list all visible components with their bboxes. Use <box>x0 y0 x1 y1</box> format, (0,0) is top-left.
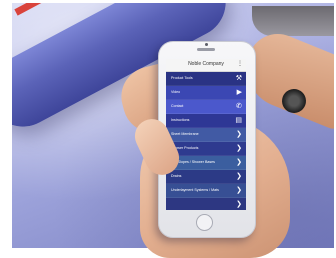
app-header: Noble Company ⋮ <box>166 59 246 72</box>
menu-item-label: Sheet Membrane <box>171 132 199 136</box>
earpiece-speaker <box>197 48 215 51</box>
front-camera <box>205 43 208 46</box>
chevron-right-icon: ❯ <box>236 172 242 180</box>
menu-item[interactable]: Product Tools ⚒ <box>166 72 246 86</box>
document-icon: ▤ <box>235 116 242 124</box>
menu-item[interactable]: Video ▶ <box>166 86 246 100</box>
menu-item-label: Drains <box>171 174 182 178</box>
menu-item-label: Product Tools <box>171 76 193 80</box>
menu-item[interactable]: Contact ✆ <box>166 100 246 114</box>
menu-list: Product Tools ⚒ Video ▶ Contact ✆ Instructions… <box>166 72 246 210</box>
chevron-right-icon: ❯ <box>236 144 242 152</box>
home-button[interactable] <box>196 214 213 231</box>
menu-item[interactable]: ❯ <box>166 198 246 210</box>
menu-item-label: Video <box>171 90 181 94</box>
phone-icon: ✆ <box>236 102 242 110</box>
more-vertical-icon[interactable]: ⋮ <box>237 61 243 68</box>
menu-item[interactable]: Instructions ▤ <box>166 114 246 128</box>
chevron-right-icon: ❯ <box>236 130 242 138</box>
chevron-right-icon: ❯ <box>236 158 242 166</box>
menu-item-label: Instructions <box>171 118 190 122</box>
app-title: Noble Company <box>188 61 224 67</box>
menu-item-label: Contact <box>171 104 184 108</box>
play-icon: ▶ <box>236 88 242 96</box>
chevron-right-icon: ❯ <box>236 200 242 208</box>
menu-item[interactable]: Sheet Membrane ❯ <box>166 128 246 142</box>
tools-icon: ⚒ <box>235 74 242 82</box>
menu-item[interactable]: Underlayment Systems / Mats ❯ <box>166 184 246 198</box>
phone-screen: Noble Company ⋮ Product Tools ⚒ Video ▶ Cont… <box>166 59 246 210</box>
menu-item-label: Underlayment Systems / Mats <box>171 188 219 192</box>
menu-item[interactable]: Drains ❯ <box>166 170 246 184</box>
worker-leg <box>252 6 334 36</box>
chevron-right-icon: ❯ <box>236 186 242 194</box>
